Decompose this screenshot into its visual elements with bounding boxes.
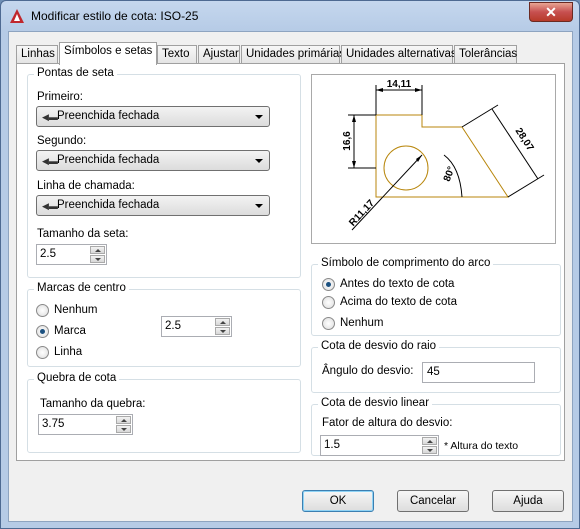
arrow-size-stepper[interactable]: 2.5 <box>36 244 107 265</box>
dialog-window: Modificar estilo de cota: ISO-25 ✕ Linha… <box>0 0 580 529</box>
radio-label: Nenhum <box>340 317 384 329</box>
arrow-size-value: 2.5 <box>40 248 56 260</box>
preview-dim-radius: R11,17 <box>347 198 377 229</box>
radio-circle-selected <box>36 325 49 338</box>
stepper-up-icon[interactable] <box>90 246 105 254</box>
jog-height-label: Fator de altura do desvio: <box>322 417 453 429</box>
stepper-down-icon[interactable] <box>215 327 230 335</box>
center-marks-group: Marcas de centro Nenhum Marca Linha 2.5 <box>27 282 301 367</box>
radio-label: Antes do texto de cota <box>340 278 455 290</box>
arrow-size-label: Tamanho da seta: <box>37 228 129 240</box>
second-arrow-label: Segundo: <box>37 135 87 147</box>
part-outline <box>375 114 509 198</box>
filled-arrow-icon: ◀▬ <box>42 201 58 211</box>
linear-jog-title: Cota de desvio linear <box>318 397 433 409</box>
stepper-buttons <box>215 318 230 335</box>
radius-jog-title: Cota de desvio do raio <box>318 340 440 352</box>
close-button[interactable]: ✕ <box>529 2 573 22</box>
ok-button[interactable]: OK <box>302 490 374 512</box>
radio-label: Marca <box>54 325 86 337</box>
radio-label: Linha <box>54 346 83 358</box>
stepper-up-icon[interactable] <box>215 318 230 326</box>
second-arrow-select[interactable]: ◀▬ Preenchida fechada <box>36 150 270 171</box>
center-mark-size-stepper[interactable]: 2.5 <box>161 316 232 337</box>
leader-arrow-label: Linha de chamada: <box>37 180 135 192</box>
break-size-stepper[interactable]: 3.75 <box>38 414 133 435</box>
stepper-down-icon[interactable] <box>422 446 437 454</box>
filled-arrow-icon: ◀▬ <box>42 156 58 166</box>
leader-arrow-select[interactable]: ◀▬ Preenchida fechada <box>36 195 270 216</box>
arrowheads-title: Pontas de seta <box>34 67 117 79</box>
help-button[interactable]: Ajuda <box>492 490 564 512</box>
break-size-label: Tamanho da quebra: <box>40 398 146 410</box>
preview-dim-left: 16,6 <box>342 131 353 151</box>
tab-unidades-alternativas[interactable]: Unidades alternativas <box>341 45 457 64</box>
chevron-down-icon <box>255 115 263 119</box>
chevron-down-icon <box>255 159 263 163</box>
preview-dim-top: 14,11 <box>387 79 412 90</box>
stepper-up-icon[interactable] <box>116 416 131 424</box>
window-title: Modificar estilo de cota: ISO-25 <box>31 9 199 23</box>
preview-drawing: 14,11 16,6 28,07 80° R11,17 <box>342 79 545 231</box>
tab-ajustar[interactable]: Ajustar <box>198 45 240 64</box>
cancel-button[interactable]: Cancelar <box>397 490 469 512</box>
jog-height-value: 1.5 <box>324 439 340 451</box>
radio-circle <box>36 304 49 317</box>
tab-tolerancias[interactable]: Tolerâncias <box>454 45 517 64</box>
dimension-preview: 14,11 16,6 28,07 80° R11,17 <box>311 74 556 244</box>
second-arrow-value: Preenchida fechada <box>57 154 160 166</box>
tab-simbolos-e-setas[interactable]: Símbolos e setas <box>59 42 157 65</box>
radio-label: Nenhum <box>54 304 98 316</box>
preview-dim-right: 28,07 <box>513 126 536 153</box>
part-hole <box>383 145 429 191</box>
center-mark-size-value: 2.5 <box>165 320 181 332</box>
center-marks-title: Marcas de centro <box>34 282 129 294</box>
radio-circle <box>322 317 335 330</box>
tab-unidades-primarias[interactable]: Unidades primárias <box>241 45 345 64</box>
tab-page-symbols-arrows: Pontas de seta Primeiro: ◀▬ Preenchida f… <box>16 63 565 461</box>
title-bar[interactable]: Modificar estilo de cota: ISO-25 ✕ <box>1 1 579 31</box>
linear-jog-group: Cota de desvio linear Fator de altura do… <box>311 397 561 456</box>
jog-angle-input[interactable]: 45 <box>422 362 535 383</box>
radio-circle-selected <box>322 278 335 291</box>
dim-break-group: Quebra de cota Tamanho da quebra: 3.75 <box>27 372 301 453</box>
jog-angle-value: 45 <box>427 366 440 378</box>
leader-arrow-value: Preenchida fechada <box>57 199 160 211</box>
radio-circle <box>322 296 335 309</box>
radius-jog-group: Cota de desvio do raio Ângulo do desvio:… <box>311 340 561 393</box>
radio-label: Acima do texto de cota <box>340 296 457 308</box>
arrowheads-group: Pontas de seta Primeiro: ◀▬ Preenchida f… <box>27 67 301 278</box>
break-size-value: 3.75 <box>42 418 65 430</box>
jog-height-suffix: * Altura do texto <box>444 440 519 452</box>
tab-texto[interactable]: Texto <box>157 45 197 64</box>
filled-arrow-icon: ◀▬ <box>42 112 58 122</box>
jog-height-stepper[interactable]: 1.5 <box>320 435 439 456</box>
autocad-app-icon <box>10 9 24 23</box>
first-arrow-select[interactable]: ◀▬ Preenchida fechada <box>36 106 270 127</box>
first-arrow-label: Primeiro: <box>37 91 84 103</box>
stepper-down-icon[interactable] <box>90 255 105 263</box>
stepper-buttons <box>422 437 437 454</box>
stepper-buttons <box>116 416 131 433</box>
jog-angle-label: Ângulo do desvio: <box>322 365 414 377</box>
dim-break-title: Quebra de cota <box>34 372 120 384</box>
stepper-buttons <box>90 246 105 263</box>
arc-length-group: Símbolo de comprimento do arco Antes do … <box>311 257 561 336</box>
chevron-down-icon <box>255 204 263 208</box>
stepper-up-icon[interactable] <box>422 437 437 445</box>
dialog-client: Linhas Símbolos e setas Texto Ajustar Un… <box>8 31 573 522</box>
radio-circle <box>36 346 49 359</box>
tab-linhas[interactable]: Linhas <box>16 45 58 64</box>
stepper-down-icon[interactable] <box>116 425 131 433</box>
first-arrow-value: Preenchida fechada <box>57 110 160 122</box>
arc-length-title: Símbolo de comprimento do arco <box>318 257 494 269</box>
